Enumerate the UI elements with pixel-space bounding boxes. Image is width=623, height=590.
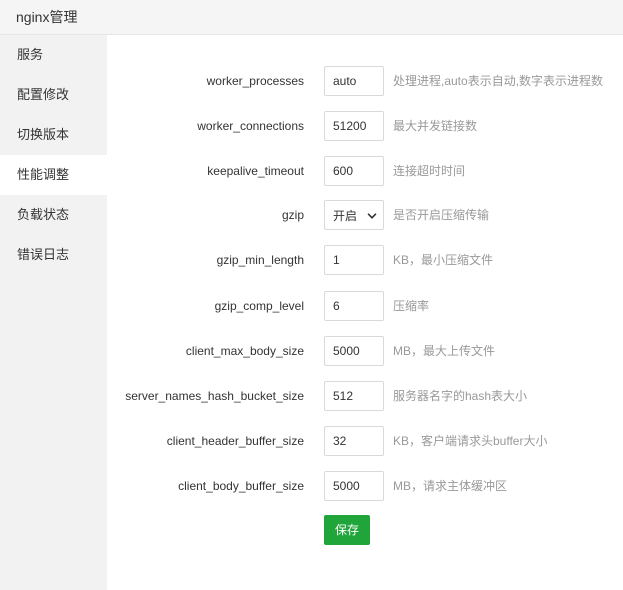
form-row-client-body-buffer-size: client_body_buffer_size MB，请求主体缓冲区	[107, 471, 623, 501]
sidebar-item-service[interactable]: 服务	[0, 35, 107, 75]
client-body-buffer-size-input[interactable]	[324, 471, 384, 501]
client-max-body-size-hint: MB，最大上传文件	[393, 344, 496, 358]
form-row-server-names-hash-bucket-size: server_names_hash_bucket_size 服务器名字的hash…	[107, 381, 623, 411]
gzip-min-length-input[interactable]	[324, 245, 384, 275]
keepalive-timeout-hint: 连接超时时间	[393, 164, 466, 178]
form-row-worker-processes: worker_processes 处理进程,auto表示自动,数字表示进程数	[107, 66, 623, 96]
keepalive-timeout-input[interactable]	[324, 156, 384, 186]
form-row-gzip-comp-level: gzip_comp_level 压缩率	[107, 291, 623, 321]
sidebar-item-config-edit[interactable]: 配置修改	[0, 75, 107, 115]
worker-connections-input[interactable]	[324, 111, 384, 141]
sidebar: 服务 配置修改 切换版本 性能调整 负载状态 错误日志	[0, 35, 107, 590]
gzip-hint: 是否开启压缩传输	[393, 208, 490, 222]
worker-processes-label: worker_processes	[206, 74, 304, 88]
client-body-buffer-size-label: client_body_buffer_size	[178, 479, 304, 493]
server-names-hash-bucket-size-input[interactable]	[324, 381, 384, 411]
gzip-select-value: 开启	[333, 208, 358, 223]
form-row-gzip-min-length: gzip_min_length KB，最小压缩文件	[107, 245, 623, 275]
sidebar-item-performance-tuning[interactable]: 性能调整	[0, 155, 107, 195]
form-row-worker-connections: worker_connections 最大并发链接数	[107, 111, 623, 141]
client-max-body-size-input[interactable]	[324, 336, 384, 366]
worker-connections-hint: 最大并发链接数	[393, 119, 478, 133]
window-titlebar: nginx管理	[0, 0, 623, 35]
form-row-keepalive-timeout: keepalive_timeout 连接超时时间	[107, 156, 623, 186]
client-header-buffer-size-input[interactable]	[324, 426, 384, 456]
client-header-buffer-size-hint: KB，客户端请求头buffer大小	[393, 434, 548, 448]
form-row-client-max-body-size: client_max_body_size MB，最大上传文件	[107, 336, 623, 366]
worker-processes-hint: 处理进程,auto表示自动,数字表示进程数	[393, 74, 604, 88]
client-max-body-size-label: client_max_body_size	[185, 344, 304, 358]
chevron-down-icon	[367, 210, 377, 220]
sidebar-item-switch-version[interactable]: 切换版本	[0, 115, 107, 155]
save-button[interactable]: 保存	[324, 515, 370, 545]
form-row-client-header-buffer-size: client_header_buffer_size KB，客户端请求头buffe…	[107, 426, 623, 456]
keepalive-timeout-label: keepalive_timeout	[207, 164, 304, 178]
gzip-select[interactable]: 开启	[324, 200, 384, 230]
sidebar-item-load-status[interactable]: 负载状态	[0, 195, 107, 235]
client-header-buffer-size-label: client_header_buffer_size	[166, 434, 304, 448]
server-names-hash-bucket-size-label: server_names_hash_bucket_size	[125, 389, 304, 403]
worker-connections-label: worker_connections	[197, 119, 304, 133]
worker-processes-input[interactable]	[324, 66, 384, 96]
gzip-min-length-label: gzip_min_length	[216, 253, 304, 267]
gzip-min-length-hint: KB，最小压缩文件	[393, 253, 494, 267]
gzip-comp-level-label: gzip_comp_level	[214, 299, 304, 313]
sidebar-item-error-log[interactable]: 错误日志	[0, 235, 107, 275]
server-names-hash-bucket-size-hint: 服务器名字的hash表大小	[393, 389, 528, 403]
form-row-gzip: gzip 开启 是否开启压缩传输	[107, 200, 623, 230]
performance-form: worker_processes 处理进程,auto表示自动,数字表示进程数 w…	[107, 35, 623, 590]
gzip-label: gzip	[281, 208, 304, 222]
client-body-buffer-size-hint: MB，请求主体缓冲区	[393, 479, 508, 493]
gzip-comp-level-hint: 压缩率	[393, 299, 430, 313]
window-title: nginx管理	[16, 9, 78, 25]
gzip-comp-level-input[interactable]	[324, 291, 384, 321]
